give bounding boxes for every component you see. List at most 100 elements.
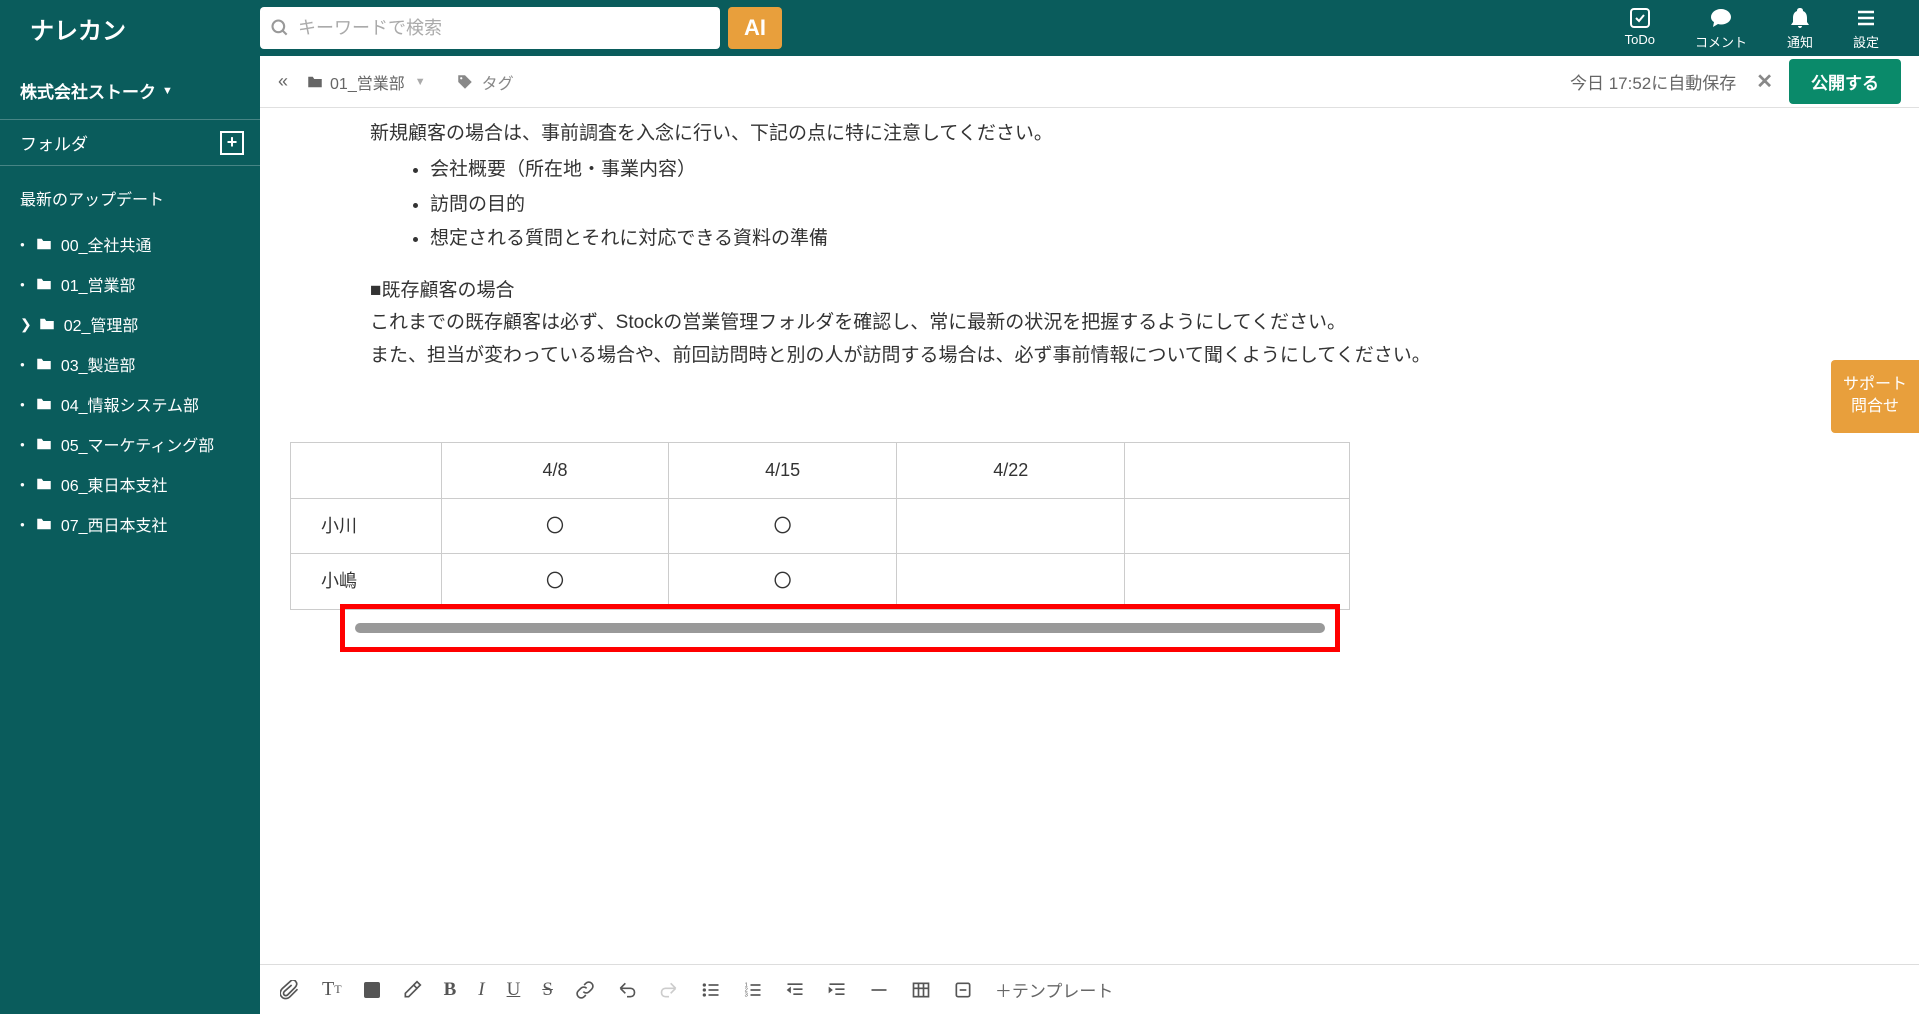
numbered-list-button[interactable]: 123 — [743, 980, 763, 1000]
ai-button[interactable]: AI — [728, 7, 782, 49]
list-item: 会社概要（所在地・事業内容） — [430, 154, 1859, 186]
attachment-button[interactable] — [280, 980, 300, 1000]
autosave-status: 今日 17:52に自動保存 — [1570, 69, 1736, 94]
folder-name: 05_マーケティング部 — [61, 432, 214, 456]
table-row: 小川 〇 〇 — [291, 498, 1350, 554]
search-icon — [270, 18, 290, 38]
folder-icon — [35, 395, 53, 413]
editor-toolbar: TT B I U S 123 ＋テンプレート — [260, 964, 1919, 1014]
collapse-sidebar-icon[interactable]: « — [278, 71, 288, 92]
table-cell: 〇 — [669, 498, 897, 554]
underline-button[interactable]: U — [507, 979, 521, 1001]
table-cell: 〇 — [441, 554, 668, 610]
chevron-down-icon: ▼ — [415, 76, 426, 88]
sidebar-folder-05[interactable]: ● 05_マーケティング部 — [0, 424, 260, 464]
paragraph: また、担当が変わっている場合や、前回訪問時と別の人が訪問する場合は、必ず事前情報… — [370, 340, 1859, 372]
comment-icon — [1709, 6, 1733, 30]
italic-button[interactable]: I — [478, 979, 484, 1001]
table-header-cell — [1125, 443, 1350, 499]
breadcrumb-bar: « 01_営業部 ▼ タグ 今日 17:52に自動保存 ✕ 公開する — [260, 56, 1919, 108]
org-selector[interactable]: 株式会社ストーク ▼ — [0, 72, 260, 119]
document-body: 新規顧客の場合は、事前調査を入念に行い、下記の点に特に注意してください。 会社概… — [370, 118, 1859, 652]
table-header-cell — [291, 443, 442, 499]
add-folder-button[interactable]: + — [220, 131, 244, 155]
folder-icon — [306, 73, 324, 91]
header-action-label: ToDo — [1625, 32, 1655, 47]
folder-header-label: フォルダ — [20, 130, 88, 155]
horizontal-scroll-highlight — [340, 604, 1340, 652]
highlighter-button[interactable] — [402, 980, 422, 1000]
sidebar-folder-00[interactable]: ● 00_全社共通 — [0, 224, 260, 264]
header-action-settings[interactable]: 設定 — [1853, 6, 1879, 51]
table-cell — [1125, 554, 1350, 610]
close-icon[interactable]: ✕ — [1756, 69, 1773, 94]
sidebar-folder-04[interactable]: ● 04_情報システム部 — [0, 384, 260, 424]
indent-button[interactable] — [827, 980, 847, 1000]
bullet-icon: ● — [20, 400, 25, 409]
link-button[interactable] — [575, 980, 595, 1000]
header-action-label: 設定 — [1853, 32, 1879, 51]
bullet-list-button[interactable] — [701, 980, 721, 1000]
search-wrapper: AI — [260, 7, 782, 49]
fill-color-button[interactable] — [364, 982, 380, 998]
folder-header: フォルダ + — [0, 119, 260, 166]
list-item: 訪問の目的 — [430, 189, 1859, 221]
undo-button[interactable] — [617, 980, 637, 1000]
folder-icon — [38, 315, 56, 333]
tag-area[interactable]: タグ — [456, 70, 514, 94]
support-tab[interactable]: サポート 問合せ — [1831, 360, 1919, 433]
table-cell: 〇 — [669, 554, 897, 610]
horizontal-rule-button[interactable] — [869, 980, 889, 1000]
folder-name: 01_営業部 — [61, 272, 136, 296]
table-cell — [897, 498, 1125, 554]
main-panel: « 01_営業部 ▼ タグ 今日 17:52に自動保存 ✕ 公開する 新規顧客の… — [260, 56, 1919, 1014]
tag-label: タグ — [482, 70, 514, 94]
scrollbar-thumb[interactable] — [355, 623, 1325, 633]
redo-button[interactable] — [659, 980, 679, 1000]
breadcrumb-folder[interactable]: 01_営業部 ▼ — [306, 70, 426, 94]
strikethrough-button[interactable]: S — [542, 979, 553, 1001]
header-action-label: 通知 — [1787, 32, 1813, 51]
folder-name: 03_製造部 — [61, 352, 136, 376]
bold-button[interactable]: B — [444, 979, 457, 1001]
template-button[interactable]: ＋テンプレート — [995, 977, 1114, 1002]
support-line2: 問合せ — [1843, 396, 1907, 418]
text-size-button[interactable]: TT — [322, 978, 342, 1001]
outdent-button[interactable] — [785, 980, 805, 1000]
folder-icon — [35, 355, 53, 373]
search-input[interactable] — [298, 18, 710, 39]
table-cell — [1125, 498, 1350, 554]
header-action-notification[interactable]: 通知 — [1787, 6, 1813, 51]
sidebar-folder-02[interactable]: ❯ 02_管理部 — [0, 304, 260, 344]
header-actions: ToDo コメント 通知 設定 — [1625, 6, 1899, 51]
support-line1: サポート — [1843, 374, 1907, 396]
table-button[interactable] — [911, 980, 931, 1000]
folder-name: 06_東日本支社 — [61, 472, 168, 496]
sidebar-folder-03[interactable]: ● 03_製造部 — [0, 344, 260, 384]
paragraph: これまでの既存顧客は必ず、Stockの営業管理フォルダを確認し、常に最新の状況を… — [370, 307, 1859, 339]
schedule-table[interactable]: 4/8 4/15 4/22 小川 〇 〇 — [290, 442, 1350, 610]
sidebar-folder-06[interactable]: ● 06_東日本支社 — [0, 464, 260, 504]
updates-label[interactable]: 最新のアップデート — [0, 166, 260, 224]
sidebar-folder-01[interactable]: ● 01_営業部 — [0, 264, 260, 304]
sidebar-folder-07[interactable]: ● 07_西日本支社 — [0, 504, 260, 544]
checkbox-button[interactable] — [953, 980, 973, 1000]
bullet-icon: ● — [20, 360, 25, 369]
search-box[interactable] — [260, 7, 720, 49]
document-editor[interactable]: 新規顧客の場合は、事前調査を入念に行い、下記の点に特に注意してください。 会社概… — [260, 108, 1919, 964]
header-action-todo[interactable]: ToDo — [1625, 6, 1655, 51]
template-label: テンプレート — [1012, 977, 1114, 1002]
svg-text:3: 3 — [745, 992, 748, 998]
breadcrumb-folder-name: 01_営業部 — [330, 70, 405, 94]
table-header-row: 4/8 4/15 4/22 — [291, 443, 1350, 499]
folder-icon — [35, 515, 53, 533]
logo: ナレカン — [0, 11, 260, 46]
publish-button[interactable]: 公開する — [1789, 59, 1901, 104]
chevron-right-icon: ❯ — [20, 316, 32, 333]
table-cell: 小嶋 — [291, 554, 442, 610]
folder-name: 02_管理部 — [64, 312, 139, 336]
table-cell: 小川 — [291, 498, 442, 554]
chevron-down-icon: ▼ — [162, 85, 173, 97]
header-action-comment[interactable]: コメント — [1695, 6, 1747, 51]
folder-icon — [35, 475, 53, 493]
